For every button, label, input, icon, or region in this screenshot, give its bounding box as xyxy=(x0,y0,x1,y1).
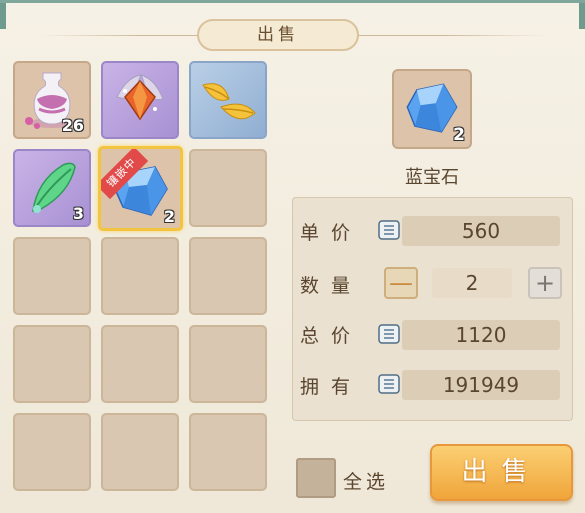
selected-item-count: 2 xyxy=(453,125,465,145)
gem-ornament-icon xyxy=(116,74,164,121)
inventory-slot-gem-ornament[interactable] xyxy=(101,61,179,139)
slot-count: 3 xyxy=(72,204,84,223)
selected-item-icon: 2 xyxy=(392,69,472,149)
inventory-slot-sapphire[interactable]: 镶嵌中 2 xyxy=(98,146,183,231)
quantity-label: 数量 xyxy=(300,275,363,297)
inventory-slot-empty[interactable] xyxy=(13,237,91,315)
inventory-slot-empty[interactable] xyxy=(189,325,267,403)
quantity-input[interactable]: 2 xyxy=(432,268,512,298)
inventory-slot-empty[interactable] xyxy=(101,325,179,403)
inventory-slot-vase[interactable]: 26 xyxy=(13,61,91,139)
unit-price-label: 单价 xyxy=(300,222,363,244)
inventory-slot-green-feather[interactable]: 3 xyxy=(13,149,91,227)
select-all-checkbox[interactable] xyxy=(296,458,336,498)
inventory-slot-golden-feather[interactable] xyxy=(189,61,267,139)
sell-button[interactable]: 出售 xyxy=(430,444,573,501)
dialog-title: 出售 xyxy=(197,19,359,51)
slot-count: 2 xyxy=(163,207,175,226)
inventory-slot-empty[interactable] xyxy=(189,237,267,315)
sell-dialog: 出售 26 3 镶嵌中 2 2 蓝宝石 单价 560 数量 — 2 + 总价 1… xyxy=(0,0,585,513)
inventory-slot-empty[interactable] xyxy=(189,413,267,491)
inventory-slot-empty[interactable] xyxy=(101,413,179,491)
socketed-badge: 镶嵌中 xyxy=(101,149,161,209)
socketed-badge-label: 镶嵌中 xyxy=(101,149,149,200)
total-price-label: 总价 xyxy=(300,325,363,347)
quantity-minus-button[interactable]: — xyxy=(384,267,418,299)
inventory-slot-empty[interactable] xyxy=(101,237,179,315)
silver-coin-icon xyxy=(378,220,400,240)
quantity-plus-button[interactable]: + xyxy=(528,267,562,299)
silver-coin-icon xyxy=(378,324,400,344)
slot-count: 26 xyxy=(61,116,84,135)
selected-item-name: 蓝宝石 xyxy=(405,167,459,188)
inventory-slot-empty[interactable] xyxy=(13,325,91,403)
silver-coin-icon xyxy=(378,374,400,394)
owned-value: 191949 xyxy=(402,370,560,400)
inventory-slot-empty[interactable] xyxy=(13,413,91,491)
inventory-slot-empty[interactable] xyxy=(189,149,267,227)
unit-price-value: 560 xyxy=(402,216,560,246)
frame-corner-right xyxy=(579,3,585,29)
select-all-label[interactable]: 全选 xyxy=(343,467,389,494)
total-price-value: 1120 xyxy=(402,320,560,350)
frame-corner-left xyxy=(0,3,6,29)
golden-feather-icon xyxy=(202,83,256,120)
owned-label: 拥有 xyxy=(300,376,363,398)
